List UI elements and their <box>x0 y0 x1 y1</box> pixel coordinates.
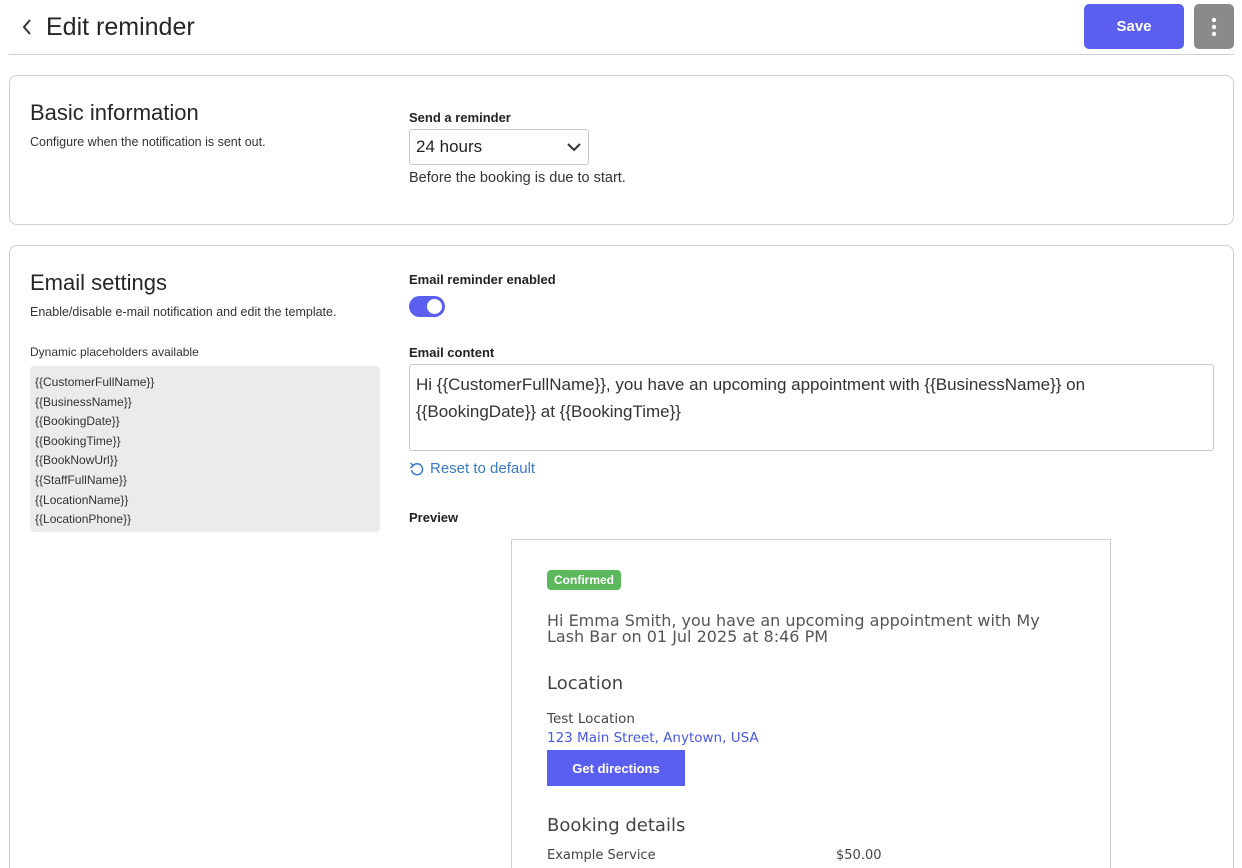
page-header: Edit reminder Save <box>9 0 1234 55</box>
send-reminder-helper: Before the booking is due to start. <box>409 170 626 186</box>
back-arrow-icon[interactable] <box>17 16 37 38</box>
status-badge: Confirmed <box>547 570 621 590</box>
basic-information-description: Configure when the notification is sent … <box>30 135 266 149</box>
basic-information-title: Basic information <box>30 100 199 125</box>
placeholder-item: {{LocationName}} <box>35 492 129 507</box>
email-content-label: Email content <box>409 345 495 360</box>
email-settings-description: Enable/disable e-mail notification and e… <box>30 305 337 319</box>
reset-label: Reset to default <box>430 460 536 477</box>
basic-information-card: Basic information Configure when the not… <box>9 75 1234 225</box>
send-reminder-value: 24 hours <box>416 137 483 156</box>
preview-label: Preview <box>409 510 459 525</box>
email-enabled-label: Email reminder enabled <box>409 272 556 287</box>
service-price: $50.00 <box>836 848 882 863</box>
placeholders-label: Dynamic placeholders available <box>30 345 199 359</box>
chevron-down-icon <box>567 143 581 152</box>
placeholders-list: {{CustomerFullName}} {{BusinessName}} {{… <box>30 366 380 532</box>
undo-icon <box>409 461 424 475</box>
location-name: Test Location <box>547 711 635 727</box>
location-heading: Location <box>547 673 624 694</box>
send-reminder-select[interactable]: 24 hours <box>409 129 589 165</box>
location-address-link[interactable]: 123 Main Street, Anytown, USA <box>547 730 759 746</box>
booking-details-heading: Booking details <box>547 815 686 836</box>
placeholder-item: {{CustomerFullName}} <box>35 375 155 389</box>
service-name: Example Service <box>547 848 656 863</box>
email-preview: Confirmed Hi Emma Smith, you have an upc… <box>511 539 1111 868</box>
placeholder-item: {{BusinessName}} <box>35 394 132 409</box>
save-button[interactable]: Save <box>1084 4 1184 49</box>
reset-to-default-link[interactable]: Reset to default <box>409 460 535 477</box>
vertical-dots-icon <box>1211 17 1217 36</box>
page-title: Edit reminder <box>46 13 195 41</box>
placeholder-item: {{LocationPhone}} <box>35 512 132 527</box>
toggle-knob <box>427 299 442 314</box>
email-settings-title: Email settings <box>30 270 167 295</box>
placeholder-item: {{BookNowUrl}} <box>35 453 118 468</box>
email-settings-card: Email settings Enable/disable e-mail not… <box>9 245 1234 868</box>
placeholder-item: {{StaffFullName}} <box>35 472 127 487</box>
send-reminder-label: Send a reminder <box>409 110 511 125</box>
get-directions-button[interactable]: Get directions <box>547 750 685 786</box>
more-options-button[interactable] <box>1194 4 1234 49</box>
placeholder-item: {{BookingTime}} <box>35 433 121 448</box>
preview-message: Hi Emma Smith, you have an upcoming appo… <box>547 611 1040 646</box>
email-enabled-toggle[interactable] <box>409 296 445 317</box>
placeholder-item: {{BookingDate}} <box>35 414 120 429</box>
email-content-textarea[interactable]: Hi {{CustomerFullName}}, you have an upc… <box>409 364 1214 451</box>
